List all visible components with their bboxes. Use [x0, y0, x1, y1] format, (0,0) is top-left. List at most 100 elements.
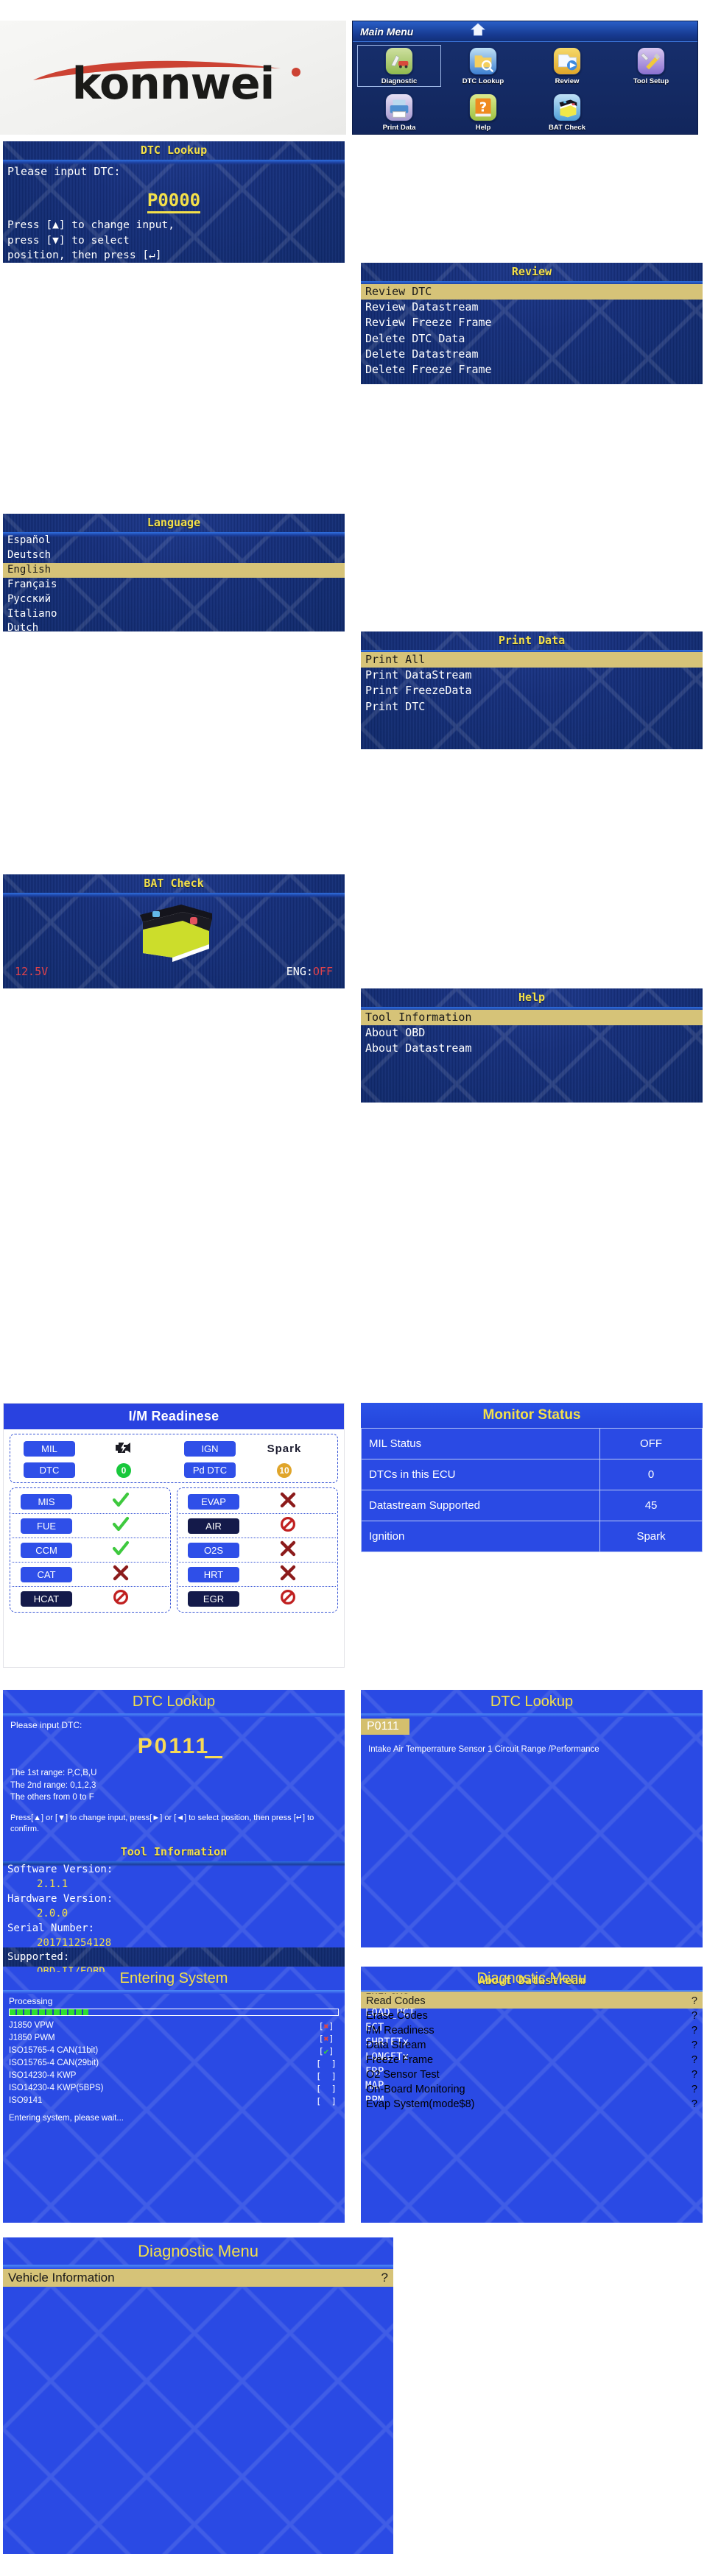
im-chip-mis[interactable]: MIS: [21, 1493, 72, 1510]
im-chip-o2s[interactable]: O2S: [188, 1542, 239, 1558]
monitor-status-label: Datastream Supported: [361, 1490, 601, 1521]
im-left-column: MIS FUE CCM CAT HCAT: [10, 1487, 171, 1613]
diagnostic-menu-item[interactable]: On-Board Monitoring?: [361, 2082, 703, 2097]
list-item[interactable]: Review Datastream: [361, 300, 703, 315]
protocol-row: ISO14230-4 KWP(5BPS) [ ]: [3, 2082, 345, 2095]
dtc-instructions: Press [▲] to change input, press [▼] to s…: [3, 218, 345, 263]
protocol-status: [ ]: [316, 2058, 337, 2069]
protocol-row: ISO15765-4 CAN(11bit) [✔]: [3, 2045, 345, 2057]
main-menu-item-diagnostic[interactable]: Diagnostic: [357, 45, 441, 87]
not-available-icon: [113, 1590, 129, 1608]
im-monitor-status: [72, 1589, 169, 1608]
diagnostic-menu-item[interactable]: Data Stream?: [361, 2038, 703, 2053]
diagnostic-menu-item[interactable]: Vehicle Information?: [3, 2269, 393, 2287]
protocol-status: [✔]: [318, 2045, 334, 2056]
tool-info-label: Hardware Version:: [7, 1892, 113, 1905]
dtc-code-display[interactable]: P0000: [3, 190, 345, 214]
home-icon[interactable]: [471, 23, 486, 40]
help-list: Tool Information About OBD About Datastrea…: [361, 1007, 703, 1057]
list-item[interactable]: Review DTC: [361, 284, 703, 300]
diagnostic-menu-list: Read Codes? Erase Codes? I/M Readiness? Dat…: [361, 1994, 703, 2112]
diagnostic-menu-item[interactable]: Freeze Frame?: [361, 2053, 703, 2067]
list-item[interactable]: Русский: [3, 592, 345, 607]
dtc-result-code-badge: P0111: [361, 1719, 409, 1735]
list-item[interactable]: Deutsch: [3, 548, 345, 563]
monitor-status-screen: Monitor Status MIL Status OFF DTCs in this…: [361, 1403, 703, 1668]
diagnostic-menu-item[interactable]: O2 Sensor Test?: [361, 2067, 703, 2082]
tool-info-label: Supported:: [7, 1951, 70, 1964]
im-chip-air[interactable]: AIR: [188, 1518, 239, 1534]
dtc-filled-code-display[interactable]: P0111: [10, 1734, 337, 1758]
list-item[interactable]: English: [3, 562, 345, 578]
list-item[interactable]: Print DTC: [361, 699, 703, 715]
help-marker: ?: [691, 2039, 697, 2051]
list-item[interactable]: Review Freeze Frame: [361, 315, 703, 330]
list-item[interactable]: Tool Information: [361, 1010, 703, 1026]
list-item[interactable]: Print DataStream: [361, 668, 703, 683]
print-data-list: Print All Print DataStream Print FreezeDat…: [361, 650, 703, 715]
diagnostic-menu-item[interactable]: Read Codes?: [361, 1994, 703, 2009]
tool-information-screen: Tool Information Software Version: 2.1.1 H…: [3, 1843, 345, 1972]
check-icon: [112, 1540, 130, 1560]
instruction-line: press [▼] to select: [7, 234, 130, 247]
list-item[interactable]: About Datastream: [361, 1041, 703, 1056]
diagnostic-menu-item[interactable]: Evap System(mode$8)?: [361, 2097, 703, 2112]
main-menu-item-review[interactable]: Review: [525, 45, 609, 87]
im-chip-hrt[interactable]: HRT: [188, 1566, 239, 1582]
help-screen: Help Tool Information About OBD About Data…: [361, 988, 703, 1103]
bat-check-title: BAT Check: [144, 877, 204, 890]
list-item[interactable]: Dutch: [3, 621, 345, 631]
cross-icon: [280, 1540, 296, 1560]
main-menu-item-print-data[interactable]: Print Data: [357, 91, 441, 133]
battery-icon: [140, 905, 212, 962]
list-item[interactable]: Español: [3, 534, 345, 548]
im-chip-pd-dtc[interactable]: Pd DTC: [184, 1462, 236, 1478]
monitor-status-value: OFF: [599, 1428, 703, 1459]
monitor-status-label: MIL Status: [361, 1428, 601, 1459]
im-monitor-row: AIR: [179, 1514, 336, 1538]
im-chip-mil[interactable]: MIL: [24, 1440, 75, 1457]
list-item[interactable]: About OBD: [361, 1025, 703, 1041]
list-item[interactable]: Print FreezeData: [361, 683, 703, 698]
im-chip-ign[interactable]: IGN: [184, 1440, 236, 1457]
list-item[interactable]: Delete Freeze Frame: [361, 362, 703, 378]
main-menu-item-label: Diagnostic: [381, 77, 418, 85]
im-chip-evap[interactable]: EVAP: [188, 1493, 239, 1510]
im-chip-egr[interactable]: EGR: [188, 1590, 239, 1607]
battery-icon: [553, 93, 581, 121]
dtc-result-description: Intake Air Temperrature Sensor 1 Circuit…: [368, 1745, 599, 1754]
dtc-lookup-result-screen: DTC Lookup P0111 Intake Air Temperrature…: [361, 1690, 703, 1947]
progress-bar: [9, 2009, 339, 2016]
list-item[interactable]: Delete DTC Data: [361, 331, 703, 347]
question-book-icon: ?: [469, 93, 497, 121]
main-menu-grid: Diagnostic DTC Lookup Review Tool Setup: [353, 42, 697, 88]
cross-icon: [280, 1565, 296, 1584]
help-marker: ?: [381, 2271, 388, 2285]
im-right-cell: IGN Spark: [174, 1439, 334, 1459]
review-list: Review DTC Review Datastream Review Freeze…: [361, 281, 703, 378]
im-chip-hcat[interactable]: HCAT: [21, 1590, 72, 1607]
main-menu-item-help[interactable]: ? Help: [441, 91, 525, 133]
main-menu-item-bat-check[interactable]: BAT Check: [525, 91, 609, 133]
brand-name: konnwei: [71, 57, 275, 110]
protocol-name: ISO14230-4 KWP: [9, 2070, 77, 2080]
monitor-status-label: Ignition: [361, 1521, 601, 1552]
protocol-status: [✖]: [318, 2033, 334, 2044]
list-item[interactable]: Print All: [361, 652, 703, 668]
im-chip-ccm[interactable]: CCM: [21, 1542, 72, 1558]
list-item[interactable]: Français: [3, 578, 345, 592]
check-icon: [112, 1516, 130, 1535]
help-marker: ?: [691, 1995, 697, 2007]
im-chip-fue[interactable]: FUE: [21, 1518, 72, 1534]
im-chip-dtc[interactable]: DTC: [24, 1462, 75, 1478]
main-menu-item-dtc-lookup[interactable]: DTC Lookup: [441, 45, 525, 87]
list-item[interactable]: Delete Datastream: [361, 347, 703, 362]
diagnostic-menu-item[interactable]: Erase Codes?: [361, 2009, 703, 2023]
im-chip-cat[interactable]: CAT: [21, 1566, 72, 1582]
diagnostic-menu-item[interactable]: I/M Readiness?: [361, 2023, 703, 2038]
help-title: Help: [518, 991, 546, 1004]
main-menu-item-tool-setup[interactable]: Tool Setup: [609, 45, 693, 87]
diagnostic-menu-item-label: Freeze Frame: [366, 2054, 434, 2066]
im-readiness-title: I/M Readinese: [4, 1404, 344, 1429]
list-item[interactable]: Italiano: [3, 607, 345, 622]
